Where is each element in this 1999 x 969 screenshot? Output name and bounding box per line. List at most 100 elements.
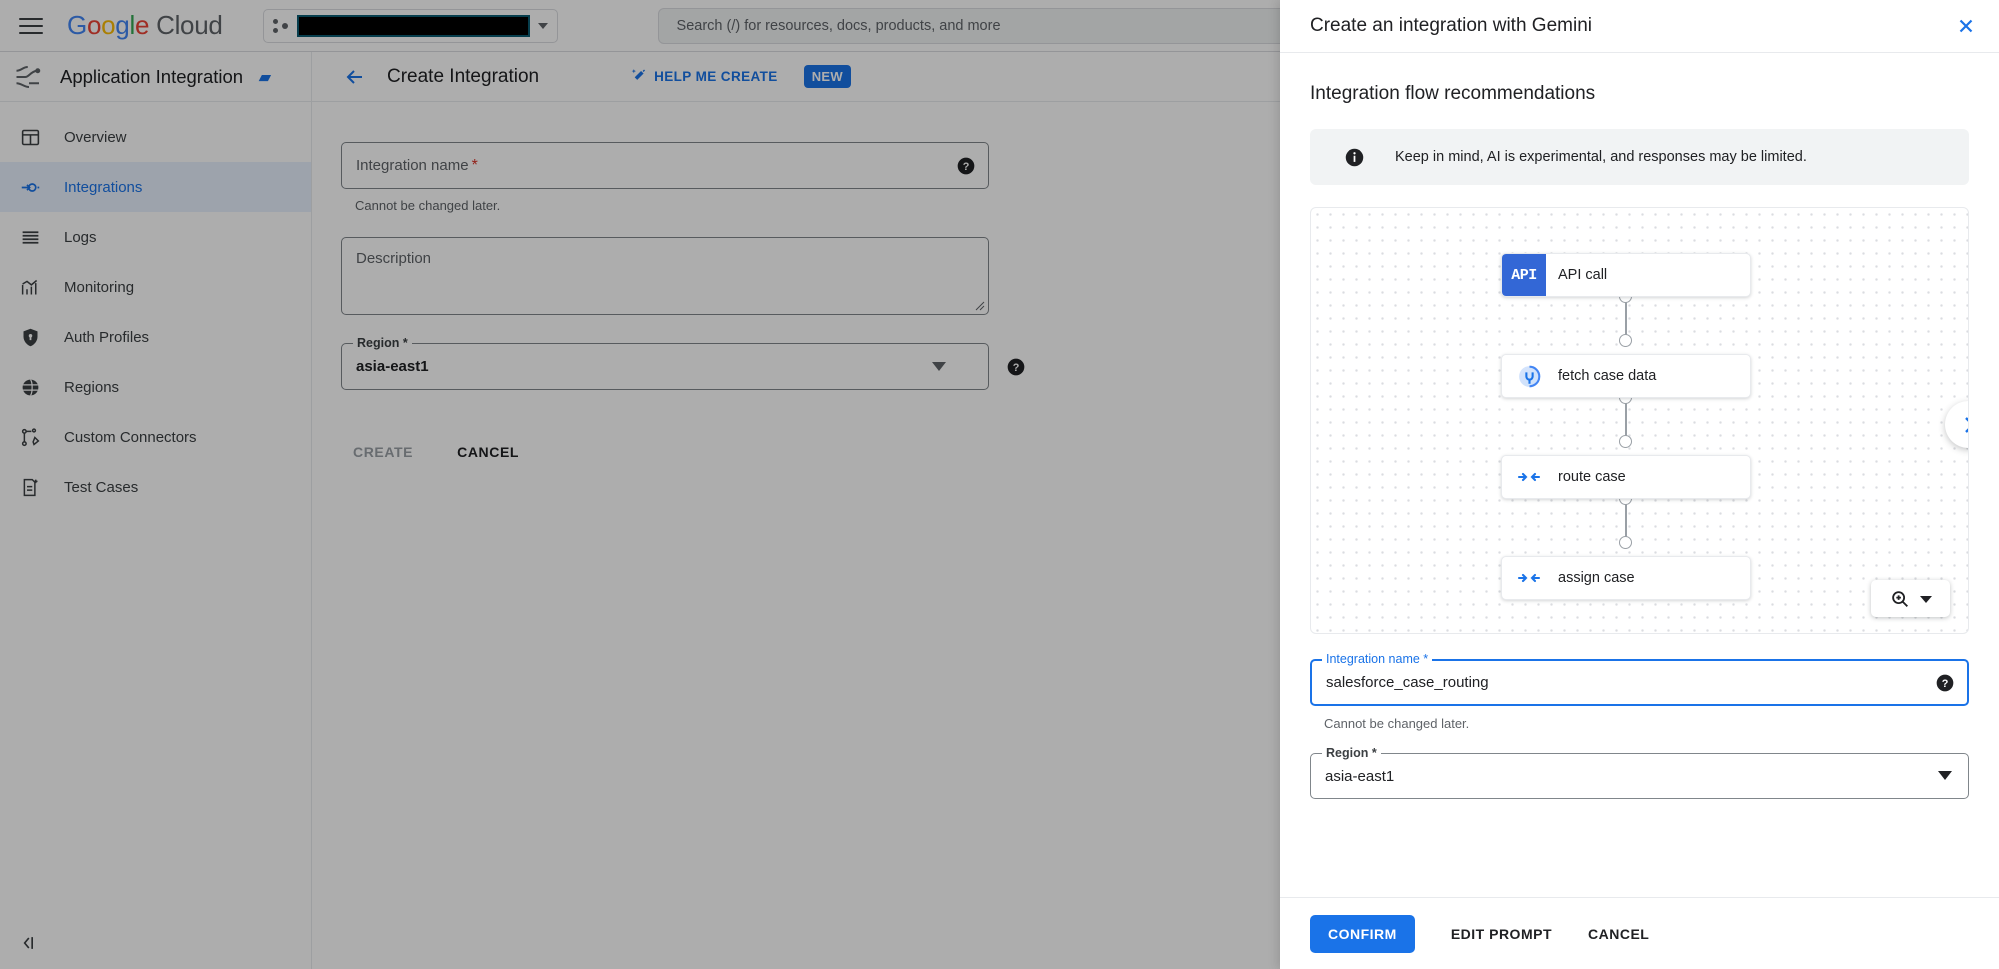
sidebar-item-label: Custom Connectors	[64, 428, 197, 446]
shield-icon	[18, 325, 42, 349]
sidebar-item-label: Logs	[64, 228, 97, 246]
sidebar-item-monitoring[interactable]: Monitoring	[0, 262, 311, 312]
integration-name-label: Integration name	[356, 157, 469, 174]
panel-section-title: Integration flow recommendations	[1310, 83, 1596, 104]
hamburger-icon[interactable]	[17, 15, 45, 37]
project-picker[interactable]	[262, 8, 558, 43]
sidebar-item-regions[interactable]: Regions	[0, 362, 311, 412]
page-title: Create Integration	[387, 65, 540, 87]
region-select[interactable]: Region * asia-east1 ?	[341, 336, 1025, 390]
flow-node-label: fetch case data	[1558, 368, 1657, 384]
panel-region-label: Region *	[1322, 746, 1381, 760]
product-title-zone[interactable]: Application Integration ▰	[0, 51, 312, 102]
svg-text:?: ?	[963, 161, 970, 173]
connector-edit-icon	[18, 425, 42, 449]
description-placeholder: Description	[356, 250, 432, 267]
description-textarea[interactable]: Description	[341, 237, 989, 315]
data-mapping-icon	[1512, 465, 1546, 489]
help-circle-icon[interactable]: ?	[956, 156, 976, 176]
sidebar-item-label: Regions	[64, 378, 120, 396]
project-name-redacted	[296, 14, 530, 37]
integration-name-hint: Cannot be changed later.	[355, 198, 501, 213]
back-arrow-icon[interactable]	[338, 60, 372, 94]
sidebar-item-test-cases[interactable]: Test Cases	[0, 462, 311, 512]
ai-disclaimer-text: Keep in mind, AI is experimental, and re…	[1395, 149, 1807, 165]
dashboard-icon	[18, 125, 42, 149]
edit-prompt-button[interactable]: EDIT PROMPT	[1451, 926, 1552, 942]
magic-wand-icon	[631, 67, 648, 87]
confirm-button[interactable]: CONFIRM	[1310, 914, 1415, 953]
flow-node-label: API call	[1558, 267, 1608, 283]
required-marker: *	[471, 156, 478, 174]
logs-icon	[18, 225, 42, 249]
integration-node-icon	[18, 175, 42, 199]
resize-handle-icon[interactable]	[971, 297, 985, 311]
logo-cloud-text: Cloud	[156, 10, 223, 40]
sidebar-item-integrations[interactable]: Integrations	[0, 162, 311, 212]
gemini-create-integration-panel: Create an integration with Gemini Integr…	[1280, 0, 1999, 969]
ai-disclaimer-banner: Keep in mind, AI is experimental, and re…	[1310, 129, 1969, 185]
integration-name-input[interactable]: Integration name * ?	[341, 142, 989, 189]
sidebar-item-custom-connectors[interactable]: Custom Connectors	[0, 412, 311, 462]
close-icon[interactable]	[1951, 11, 1981, 41]
panel-body: Integration flow recommendations Keep in…	[1280, 53, 1999, 897]
sidebar-item-auth-profiles[interactable]: Auth Profiles	[0, 312, 311, 362]
flow-node-fetch-case-data[interactable]: fetch case data	[1501, 354, 1751, 398]
sidebar-item-label: Auth Profiles	[64, 328, 150, 346]
monitoring-chart-icon	[18, 275, 42, 299]
sidebar-item-logs[interactable]: Logs	[0, 212, 311, 262]
panel-integration-name-input[interactable]: Integration name * salesforce_case_routi…	[1310, 652, 1969, 706]
region-label: Region *	[353, 336, 412, 350]
canvas-zoom-control[interactable]	[1871, 580, 1950, 617]
svg-text:?: ?	[1942, 678, 1949, 690]
panel-integration-name-value: salesforce_case_routing	[1326, 674, 1489, 691]
next-recommendation-button[interactable]	[1945, 401, 1968, 448]
panel-header: Create an integration with Gemini	[1280, 0, 1999, 53]
info-icon	[1344, 147, 1365, 168]
product-name: Application Integration	[60, 65, 244, 87]
api-badge-icon: API	[1502, 254, 1546, 296]
project-dots-icon	[272, 18, 289, 34]
sidebar-item-label: Integrations	[64, 178, 143, 196]
search-placeholder: Search (/) for resources, docs, products…	[676, 17, 1001, 34]
form-action-buttons: CREATE CANCEL	[353, 444, 1280, 460]
test-file-icon	[18, 475, 42, 499]
sidebar: Overview Integrations Logs Monitoring Au…	[0, 102, 312, 969]
svg-text:?: ?	[1013, 362, 1020, 374]
chevron-right-icon	[1964, 416, 1968, 433]
help-circle-icon[interactable]: ?	[1935, 673, 1955, 693]
collapse-panel-icon	[23, 937, 33, 949]
flow-node-api-call[interactable]: API API call	[1501, 253, 1751, 297]
help-circle-icon[interactable]: ?	[1006, 357, 1026, 377]
sidebar-collapse-button[interactable]	[0, 917, 312, 969]
sidebar-item-label: Monitoring	[64, 278, 135, 296]
create-button[interactable]: CREATE	[353, 444, 413, 460]
flow-node-label: route case	[1558, 469, 1626, 485]
sidebar-item-label: Test Cases	[64, 478, 139, 496]
help-me-create-label: HELP ME CREATE	[654, 69, 778, 84]
cancel-button[interactable]: CANCEL	[457, 444, 519, 460]
panel-region-select[interactable]: Region * asia-east1	[1310, 746, 1969, 799]
chevron-down-icon	[537, 22, 548, 29]
globe-icon	[18, 375, 42, 399]
zoom-in-icon	[1892, 590, 1908, 607]
integration-flow-canvas[interactable]: API API call fetch case data route case …	[1310, 207, 1969, 634]
connector-dot	[1619, 334, 1632, 347]
panel-cancel-button[interactable]: CANCEL	[1588, 926, 1649, 942]
connector-plug-icon	[1512, 364, 1546, 389]
panel-title: Create an integration with Gemini	[1310, 15, 1592, 36]
flow-node-route-case[interactable]: route case	[1501, 455, 1751, 499]
main-content: Integration name * ? Cannot be changed la…	[313, 102, 1280, 969]
flow-node-assign-case[interactable]: assign case	[1501, 556, 1751, 600]
application-integration-icon	[14, 62, 44, 92]
google-cloud-logo: Google Cloud	[67, 10, 223, 40]
page-header: Create Integration HELP ME CREATE NEW	[312, 60, 851, 94]
panel-footer: CONFIRM EDIT PROMPT CANCEL	[1280, 897, 1999, 969]
help-me-create-button[interactable]: HELP ME CREATE	[631, 67, 778, 87]
connector-dot	[1619, 536, 1632, 549]
product-badge: ▰	[259, 68, 271, 86]
new-badge: NEW	[803, 65, 851, 88]
create-integration-form: Integration name * ? Cannot be changed la…	[313, 102, 1280, 460]
sidebar-item-overview[interactable]: Overview	[0, 112, 311, 162]
data-mapping-icon	[1512, 566, 1546, 590]
